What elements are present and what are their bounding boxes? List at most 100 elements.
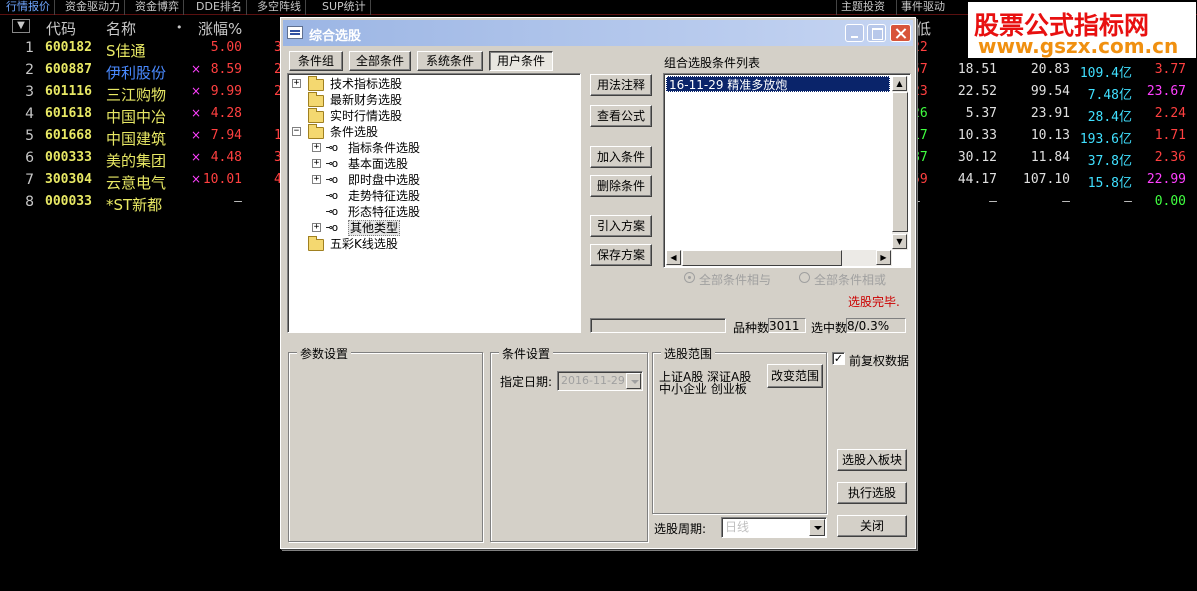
list-item[interactable]: 16-11-29 精准多放炮	[666, 76, 890, 92]
view-formula-button[interactable]: 查看公式	[590, 105, 652, 127]
stock-code: 601116	[45, 84, 92, 99]
value-col4: 22.99	[1146, 172, 1186, 187]
condition-tree[interactable]: + 技术指标选股 最新财务选股 实时行情选股 − 条件选股 + ⊸o 指标条件选股 + ⊸o 基本面选…	[287, 73, 581, 333]
stock-name: 云意电气	[106, 174, 167, 192]
row-index: 7	[25, 172, 34, 188]
minimize-icon[interactable]	[845, 24, 864, 42]
tree-node-label: 基本面选股	[348, 157, 409, 171]
tree-node-label: 最新财务选股	[330, 93, 403, 107]
range-title: 选股范围	[661, 345, 716, 362]
header-pct[interactable]: 涨幅%	[198, 18, 242, 39]
expand-icon[interactable]: +	[312, 175, 321, 184]
tree-node-label: 形态特征选股	[348, 205, 421, 219]
expand-icon[interactable]: +	[312, 223, 321, 232]
change-range-button[interactable]: 改变范围	[767, 364, 823, 388]
save-plan-button[interactable]: 保存方案	[590, 244, 652, 266]
period-value: 日线	[725, 520, 750, 534]
tab-user-conditions[interactable]: 用户条件	[489, 51, 553, 71]
tree-node[interactable]: 五彩K线选股	[288, 236, 578, 252]
radio-or[interactable]	[799, 272, 810, 283]
date-picker[interactable]: 2016-11-29	[557, 371, 643, 391]
selected-box	[846, 318, 906, 333]
scroll-right-icon[interactable]: ▶	[876, 250, 891, 265]
prev-adjust-label: 前复权数据	[849, 354, 910, 368]
value-col4: 2.24	[1154, 106, 1186, 121]
scroll-down-icon[interactable]: ▼	[892, 234, 907, 249]
folder-icon	[308, 236, 324, 251]
to-block-button[interactable]: 选股入板块	[837, 449, 907, 471]
period-dropdown-icon[interactable]	[809, 519, 825, 536]
prev-adjust-checkbox[interactable]: ✓	[832, 352, 845, 365]
value-col1: 5.37	[965, 106, 997, 121]
tree-node-label: 五彩K线选股	[330, 237, 398, 251]
range-group: 选股范围 上证A股 深证A股 中小企业 创业板 改变范围	[652, 345, 827, 514]
scroll-up-icon[interactable]: ▲	[892, 76, 907, 91]
delete-condition-button[interactable]: 删除条件	[590, 175, 652, 197]
tree-node[interactable]: + ⊸o 即时盘中选股	[288, 172, 578, 188]
dialog-title: 综合选股	[309, 29, 362, 44]
tab-long-short[interactable]: 多空阵线	[253, 0, 306, 15]
list-vscroll[interactable]: ▲ ▼	[892, 76, 908, 250]
tree-node[interactable]: ⊸o 形态特征选股	[288, 204, 578, 220]
add-condition-button[interactable]: 加入条件	[590, 146, 652, 168]
value-col1: 30.12	[957, 150, 997, 165]
key-icon: ⊸o	[326, 221, 338, 234]
usage-notes-button[interactable]: 用法注释	[590, 74, 652, 96]
scroll-left-icon[interactable]: ◀	[666, 250, 681, 265]
value-col4: 1.71	[1154, 128, 1186, 143]
expand-icon[interactable]: +	[312, 143, 321, 152]
import-plan-button[interactable]: 引入方案	[590, 215, 652, 237]
tab-system-conditions[interactable]: 系统条件	[417, 51, 483, 71]
folder-icon	[308, 92, 324, 107]
tree-node[interactable]: − 条件选股	[288, 124, 578, 140]
value-col3: 28.4亿	[1087, 110, 1132, 125]
tree-node[interactable]: + 技术指标选股	[288, 76, 578, 92]
expand-icon[interactable]: +	[312, 159, 321, 168]
tab-event-drive[interactable]: 事件驱动	[896, 0, 949, 15]
close-button[interactable]: 关闭	[837, 515, 907, 537]
execute-button[interactable]: 执行选股	[837, 482, 907, 504]
tab-fund-drive[interactable]: 资金驱动力	[61, 0, 125, 15]
hscroll-thumb[interactable]	[682, 250, 842, 266]
date-value: 2016-11-29	[561, 374, 625, 387]
row-index: 3	[25, 84, 34, 100]
tree-node[interactable]: + ⊸o 指标条件选股	[288, 140, 578, 156]
tree-node[interactable]: + ⊸o 基本面选股	[288, 156, 578, 172]
tab-theme-invest[interactable]: 主题投资	[836, 0, 889, 15]
collapse-icon[interactable]: −	[292, 127, 301, 136]
value-col1: 44.17	[957, 172, 997, 187]
combo-condition-list[interactable]: 16-11-29 精准多放炮 ▲ ▼ ◀ ▶	[663, 73, 911, 268]
maximize-icon[interactable]	[867, 24, 886, 42]
close-icon[interactable]	[890, 24, 911, 42]
value-col2: 20.83	[1030, 62, 1070, 77]
folder-icon	[308, 76, 324, 91]
tree-node[interactable]: + ⊸o 其他类型	[288, 220, 578, 236]
tree-node-label: 指标条件选股	[348, 141, 421, 155]
change-pct: 9.99	[210, 84, 242, 99]
sort-marker-icon[interactable]: ▼	[12, 19, 30, 33]
tab-dde-rank[interactable]: DDE排名	[192, 0, 247, 15]
tree-node[interactable]: ⊸o 走势特征选股	[288, 188, 578, 204]
tab-sup-stats[interactable]: SUP统计	[318, 0, 371, 15]
stock-name: 中国建筑	[106, 130, 167, 148]
header-code[interactable]: 代码	[46, 18, 76, 39]
dialog-titlebar[interactable]: 综合选股	[283, 20, 913, 46]
tab-condition-group[interactable]: 条件组	[289, 51, 343, 71]
date-label: 指定日期:	[500, 375, 553, 389]
header-name[interactable]: 名称	[106, 18, 136, 39]
stock-code: 600887	[45, 62, 92, 77]
tree-node[interactable]: 最新财务选股	[288, 92, 578, 108]
tab-quotes[interactable]: 行情报价	[2, 0, 55, 15]
period-select[interactable]: 日线	[721, 517, 827, 538]
scroll-thumb[interactable]	[892, 92, 908, 232]
list-hscroll[interactable]: ◀ ▶	[666, 250, 892, 266]
radio-and-label: 全部条件相与	[699, 273, 772, 287]
radio-and[interactable]	[684, 272, 695, 283]
header-low[interactable]: 低	[916, 18, 931, 39]
tab-all-conditions[interactable]: 全部条件	[349, 51, 411, 71]
key-icon: ⊸o	[326, 157, 338, 170]
tree-node[interactable]: 实时行情选股	[288, 108, 578, 124]
tab-fund-game[interactable]: 资金博弈	[131, 0, 184, 15]
expand-icon[interactable]: +	[292, 79, 301, 88]
date-dropdown-icon[interactable]	[626, 373, 641, 389]
